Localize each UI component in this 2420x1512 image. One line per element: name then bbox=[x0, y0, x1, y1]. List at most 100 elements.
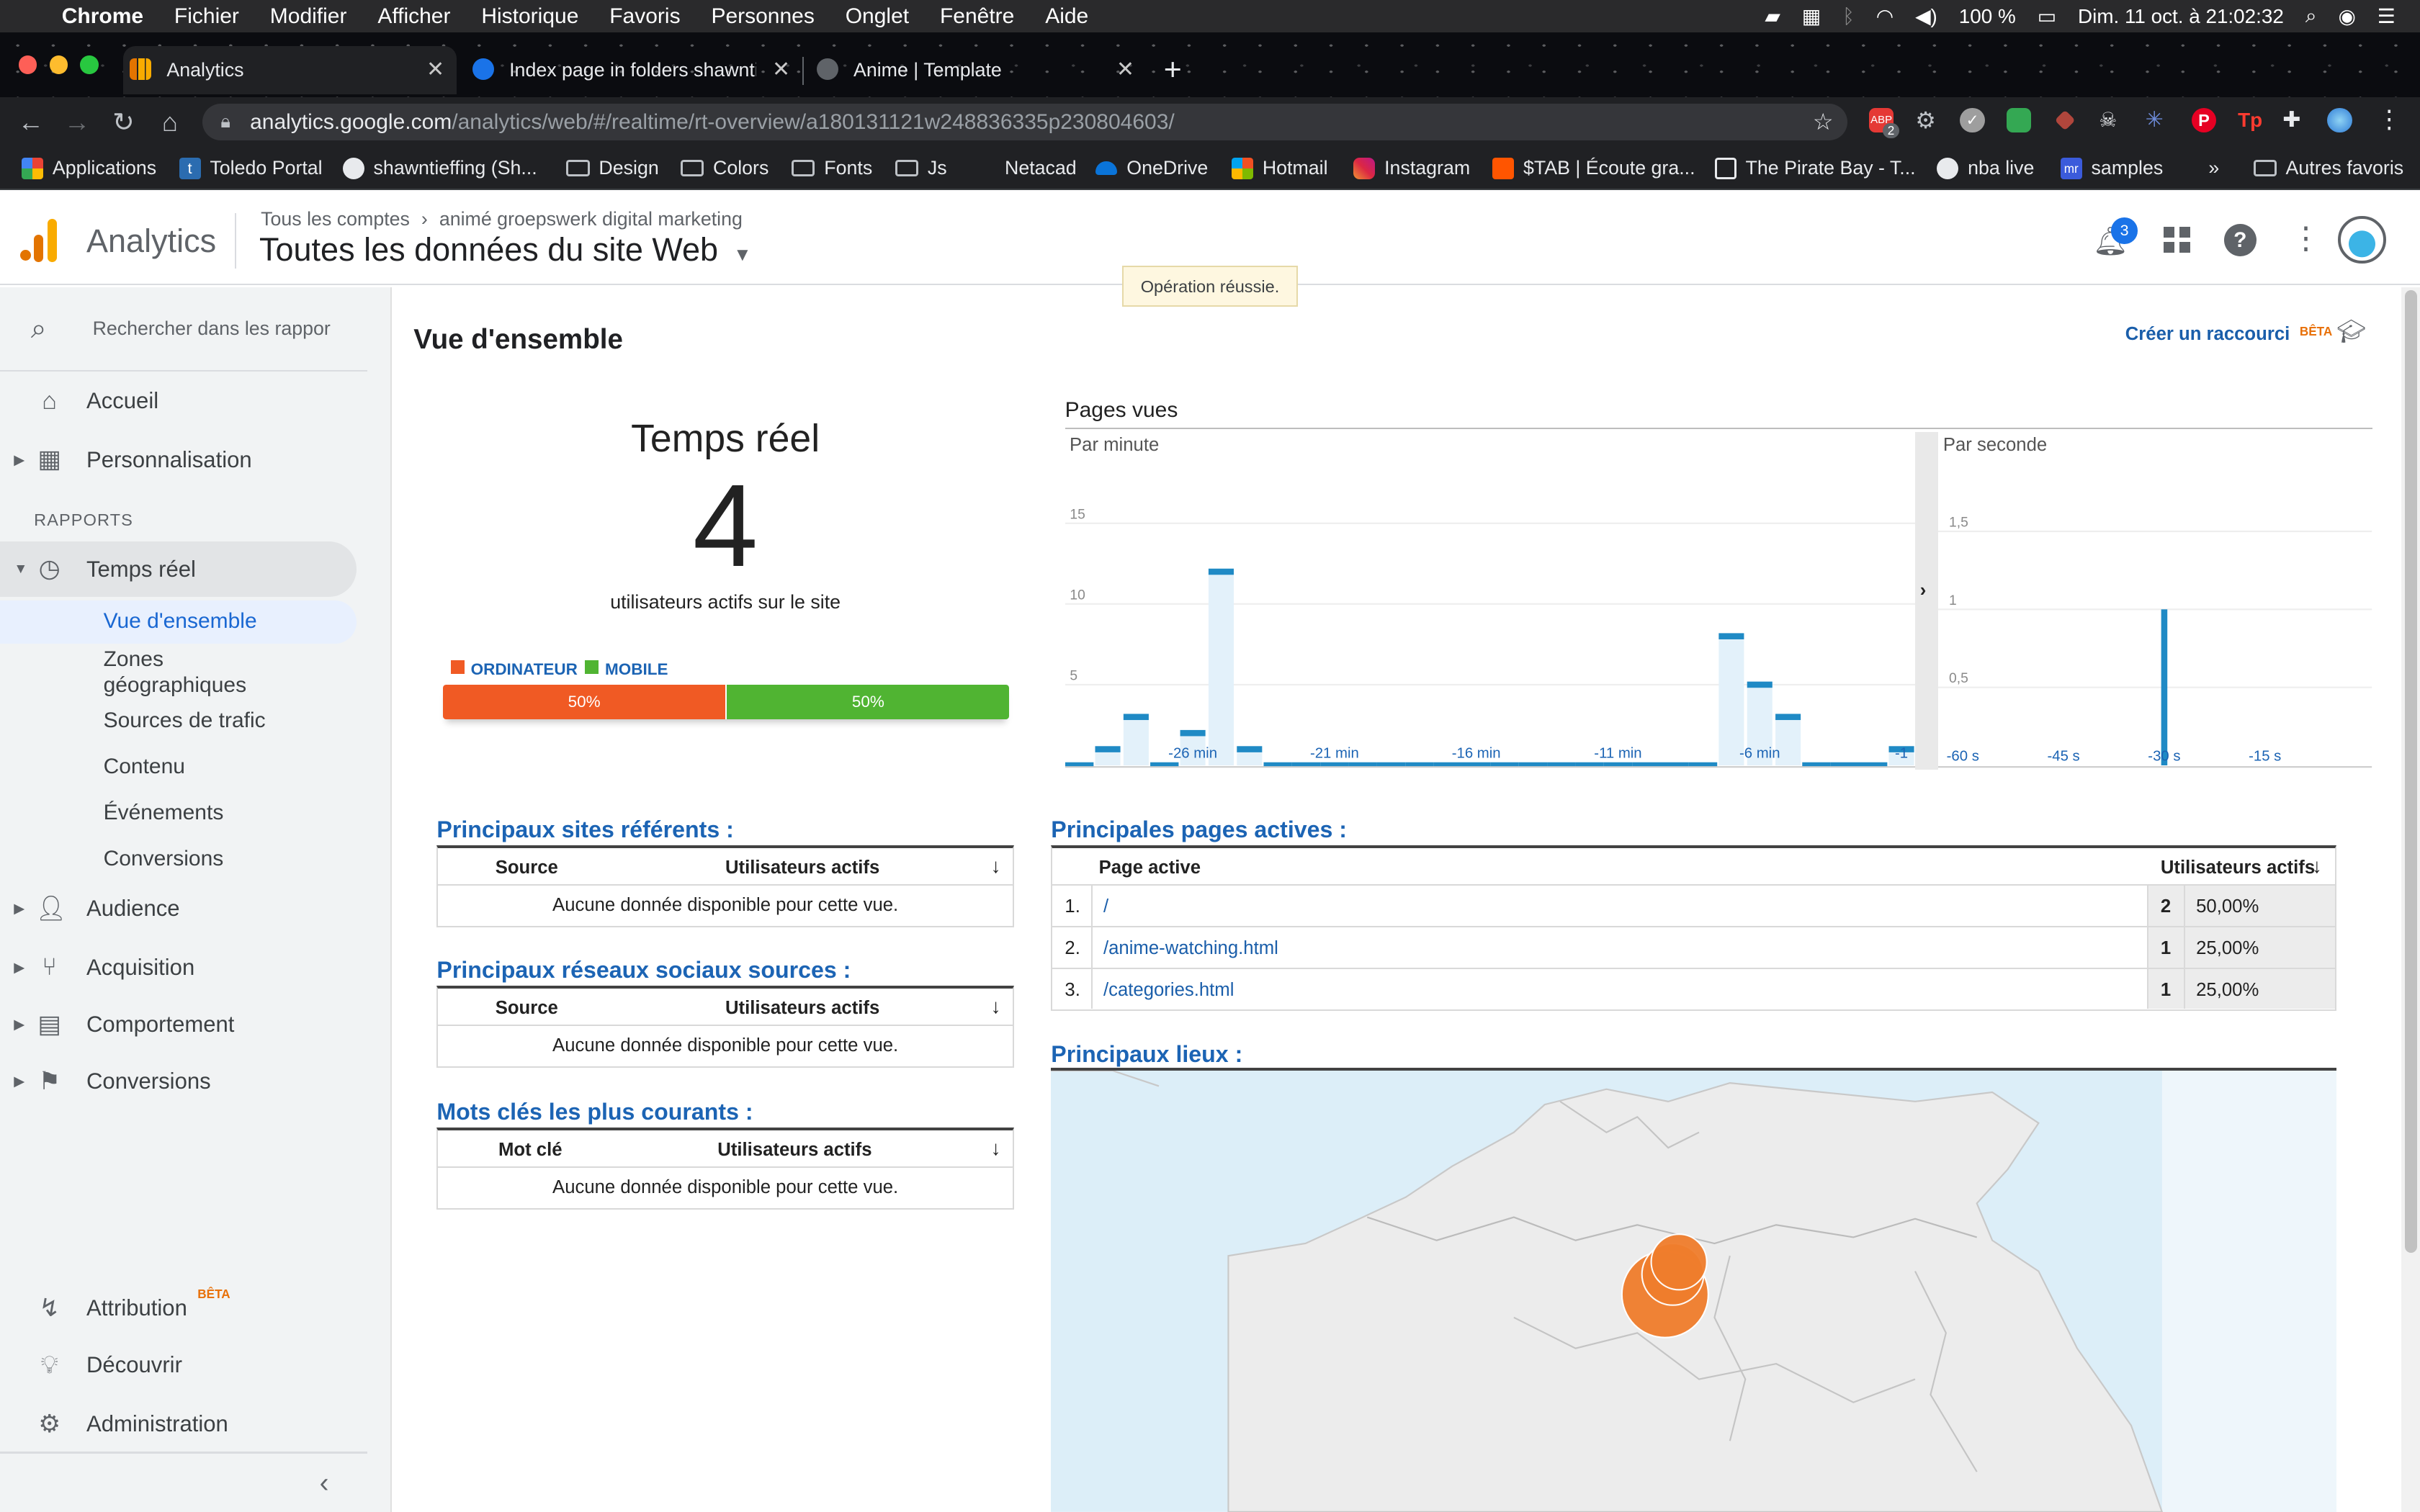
spotlight-icon[interactable]: ⌕ bbox=[2305, 4, 2317, 28]
bookmark-piratebay[interactable]: The Pirate Bay - T... bbox=[1714, 154, 1916, 182]
breadcrumb-account[interactable]: Tous les comptes bbox=[261, 208, 410, 230]
sort-down-arrow-icon[interactable]: ↓ bbox=[991, 855, 1001, 878]
wifi-icon[interactable]: ◠ bbox=[1876, 4, 1894, 28]
back-arrow-icon[interactable]: ← bbox=[14, 105, 48, 139]
sidebar-sub-traffic[interactable]: Sources de trafic bbox=[104, 708, 266, 733]
col-active-users[interactable]: Utilisateurs actifs bbox=[725, 858, 879, 878]
bookmark-netacad[interactable]: Netacad bbox=[1005, 154, 1077, 182]
breadcrumb-property[interactable]: animé groepswerk digital marketing bbox=[439, 208, 743, 230]
bookmark-colors[interactable]: Colors bbox=[681, 154, 768, 182]
view-selector[interactable]: Toutes les données du site Web ▼ bbox=[259, 231, 752, 269]
menu-app-name[interactable]: Chrome bbox=[62, 4, 143, 29]
sidebar-item-realtime[interactable]: ▼ ◷ Temps réel bbox=[0, 541, 357, 598]
sidebar-sub-conversions[interactable]: Conversions bbox=[104, 847, 224, 871]
sheets-extension-icon[interactable] bbox=[2006, 108, 2031, 133]
apps-grid-icon[interactable] bbox=[2164, 227, 2190, 253]
minimize-window-button[interactable] bbox=[49, 55, 68, 74]
menu-fichier[interactable]: Fichier bbox=[174, 4, 239, 29]
menu-personnes[interactable]: Personnes bbox=[711, 4, 814, 29]
profile-avatar-icon[interactable] bbox=[2327, 108, 2352, 133]
chevron-right-icon[interactable]: › bbox=[1920, 580, 1927, 601]
volume-icon[interactable]: ◀) bbox=[1915, 4, 1937, 28]
sidebar-sub-events[interactable]: Événements bbox=[104, 801, 224, 825]
more-vert-icon[interactable]: ⋮ bbox=[2290, 220, 2321, 256]
close-tab-icon[interactable]: ✕ bbox=[772, 57, 790, 82]
check-extension-icon[interactable]: ✓ bbox=[1960, 108, 1985, 133]
sidebar-item-home[interactable]: ⌂ Accueil bbox=[0, 374, 367, 429]
page-link[interactable]: /anime-watching.html bbox=[1103, 938, 1278, 959]
sidebar-item-customization[interactable]: ▶ ▦ Personnalisation bbox=[0, 432, 367, 487]
page-link[interactable]: /categories.html bbox=[1103, 980, 1234, 1001]
puzzle-extensions-icon[interactable]: ✚ bbox=[2282, 108, 2307, 132]
close-window-button[interactable] bbox=[18, 55, 37, 74]
chrome-menu-icon[interactable]: ⋮ bbox=[2377, 105, 2401, 134]
bookmark-star-icon[interactable]: ☆ bbox=[1813, 104, 1834, 140]
sort-down-arrow-icon[interactable]: ↓ bbox=[2312, 855, 2322, 878]
sidebar-sub-overview[interactable]: Vue d'ensemble bbox=[104, 609, 257, 634]
tab-analytics[interactable]: Analytics ✕ bbox=[123, 46, 457, 94]
collapse-sidebar-chevron-icon[interactable]: ‹ bbox=[320, 1467, 329, 1499]
bookmark-github[interactable]: shawntieffing (Sh... bbox=[342, 154, 537, 182]
bookmark-hotmail[interactable]: Hotmail bbox=[1232, 154, 1328, 182]
forward-arrow-icon[interactable]: → bbox=[60, 105, 94, 139]
bluetooth-icon[interactable]: ᛒ bbox=[1842, 5, 1855, 28]
chart-divider-handle[interactable]: › bbox=[1915, 432, 1939, 770]
page-scrollbar[interactable] bbox=[2401, 287, 2420, 1512]
col-source[interactable]: Source bbox=[496, 858, 558, 878]
clock[interactable]: Dim. 11 oct. à 21:02:32 bbox=[2078, 5, 2284, 28]
battery-status[interactable]: 100 % bbox=[1959, 5, 2016, 28]
col-keyword[interactable]: Mot clé bbox=[498, 1140, 563, 1161]
menu-favoris[interactable]: Favoris bbox=[609, 4, 680, 29]
bookmark-stab[interactable]: $TAB | Écoute gra... bbox=[1492, 154, 1695, 182]
col-active-users[interactable]: Utilisateurs actifs bbox=[725, 998, 879, 1019]
sidebar-item-behavior[interactable]: ▶ ▤ Comportement bbox=[0, 996, 367, 1052]
bookmark-onedrive[interactable]: OneDrive bbox=[1095, 154, 1208, 182]
bookmark-instagram[interactable]: Instagram bbox=[1353, 154, 1470, 182]
gear-extension-icon[interactable]: ⚙ bbox=[1915, 108, 1940, 132]
account-avatar[interactable] bbox=[2338, 216, 2386, 264]
close-tab-icon[interactable]: ✕ bbox=[426, 57, 444, 82]
col-active-users[interactable]: Utilisateurs actifs bbox=[2161, 858, 2315, 878]
product-name[interactable]: Analytics bbox=[86, 222, 216, 260]
tp-extension-icon[interactable]: Tp bbox=[2238, 108, 2262, 132]
messages-icon[interactable]: ▰ bbox=[1765, 4, 1780, 28]
menu-onglet[interactable]: Onglet bbox=[846, 4, 909, 29]
tab-anime-template[interactable]: Anime | Template ✕ bbox=[810, 46, 1147, 94]
bookmark-js[interactable]: Js bbox=[895, 154, 947, 182]
zoom-window-button[interactable] bbox=[80, 55, 99, 74]
menu-historique[interactable]: Historique bbox=[481, 4, 578, 29]
sidebar-item-conversions[interactable]: ▶ ⚑ Conversions bbox=[0, 1054, 367, 1110]
bookmark-applications[interactable]: Applications bbox=[22, 154, 156, 182]
sidebar-sub-geo[interactable]: Zones géographiques bbox=[104, 647, 274, 699]
graduation-cap-icon[interactable]: 🎓︎ bbox=[2336, 318, 2366, 345]
menu-afficher[interactable]: Afficher bbox=[377, 4, 450, 29]
sidebar-sub-content[interactable]: Contenu bbox=[104, 755, 185, 779]
siri-icon[interactable]: ◉ bbox=[2338, 4, 2355, 28]
menu-modifier[interactable]: Modifier bbox=[270, 4, 347, 29]
close-tab-icon[interactable]: ✕ bbox=[1116, 57, 1134, 82]
col-active-users[interactable]: Utilisateurs actifs bbox=[717, 1140, 871, 1161]
sidebar-item-discover[interactable]: 💡︎ Découvrir bbox=[0, 1338, 367, 1393]
col-source[interactable]: Source bbox=[496, 998, 558, 1019]
menu-fenetre[interactable]: Fenêtre bbox=[940, 4, 1014, 29]
home-icon[interactable]: ⌂ bbox=[153, 105, 187, 139]
sort-down-arrow-icon[interactable]: ↓ bbox=[991, 995, 1001, 1018]
bookmark-design[interactable]: Design bbox=[566, 154, 659, 182]
skull-extension-icon[interactable]: ☠ bbox=[2099, 108, 2123, 132]
sidebar-item-attribution[interactable]: ↯ Attribution BÊTA bbox=[0, 1281, 367, 1336]
create-shortcut-link[interactable]: Créer un raccourci BÊTA bbox=[2125, 324, 2333, 345]
page-link[interactable]: / bbox=[1103, 896, 1108, 917]
scrollbar-thumb[interactable] bbox=[2404, 289, 2417, 1253]
snowflake-extension-icon[interactable]: ✳ bbox=[2146, 108, 2170, 132]
col-active-page[interactable]: Page active bbox=[1099, 858, 1201, 878]
location-bubble[interactable] bbox=[1650, 1233, 1708, 1291]
locations-map[interactable] bbox=[1051, 1071, 2337, 1512]
menu-aide[interactable]: Aide bbox=[1045, 4, 1088, 29]
help-icon[interactable]: ? bbox=[2223, 223, 2257, 256]
bookmark-fonts[interactable]: Fonts bbox=[792, 154, 872, 182]
report-search-input[interactable]: Rechercher dans les rappor bbox=[93, 318, 331, 340]
sort-down-arrow-icon[interactable]: ↓ bbox=[991, 1137, 1001, 1160]
address-bar[interactable]: 🔒︎ analytics.google.com/analytics/web/#/… bbox=[202, 103, 1847, 140]
lock-icon[interactable]: 🔒︎ bbox=[220, 104, 230, 140]
breadcrumb[interactable]: Tous les comptes › animé groepswerk digi… bbox=[261, 208, 743, 230]
